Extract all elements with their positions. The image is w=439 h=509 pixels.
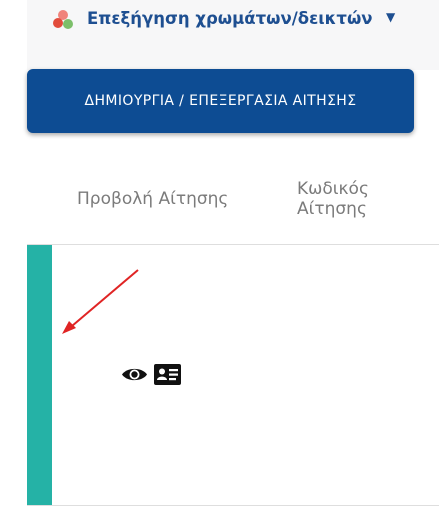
create-edit-application-button[interactable]: ΔΗΜΙΟΥΡΓΙΑ / ΕΠΕΞΕΡΓΑΣΙΑ ΑΙΤΗΣΗΣ — [27, 69, 414, 133]
annotation-arrow-icon — [62, 269, 139, 334]
color-dots-icon — [53, 10, 73, 29]
legend-title[interactable]: Επεξήγηση χρωμάτων/δεικτών — [87, 9, 373, 28]
column-header-view: Προβολή Αίτησης — [77, 189, 229, 209]
table-divider — [27, 505, 439, 506]
chevron-down-icon[interactable]: ▼ — [386, 10, 395, 24]
column-header-code: Κωδικός Αίτησης — [297, 179, 369, 219]
eye-icon[interactable] — [121, 366, 148, 383]
status-color-strip — [27, 245, 52, 505]
table-divider — [27, 244, 439, 245]
id-card-icon[interactable] — [154, 364, 181, 385]
